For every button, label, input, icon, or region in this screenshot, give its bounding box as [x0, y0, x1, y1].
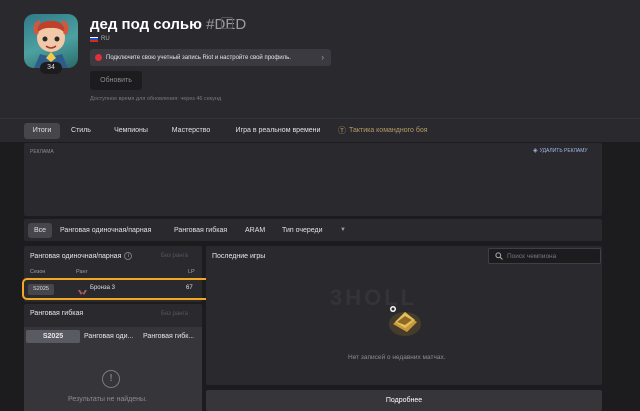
champion-search-input[interactable]: Поиск чемпиона — [488, 248, 601, 264]
flex-season-header[interactable]: S2025 — [26, 330, 80, 343]
info-icon[interactable]: i — [124, 252, 133, 260]
chevron-right-icon: › — [321, 53, 324, 62]
col-season: Сезон — [30, 269, 46, 275]
no-results-text: Результаты не найдены. — [68, 396, 148, 403]
riot-icon — [95, 54, 102, 61]
region: RU — [90, 36, 110, 42]
region-label: RU — [101, 36, 110, 42]
col-lp: LP — [188, 269, 195, 275]
queue-tab-all[interactable]: Все — [28, 223, 53, 238]
remove-ads-link[interactable]: ◈ УДАЛИТЬ РЕКЛАМУ — [533, 147, 588, 155]
flex-unranked: Без ранга — [161, 311, 188, 317]
queue-tab-aram[interactable]: ARAM — [245, 223, 265, 238]
queue-tab-flex[interactable]: Ранговая гибкая — [174, 223, 227, 238]
flex-flex-header[interactable]: Ранговая гибк... — [143, 330, 201, 343]
solo-rank-title: Ранговая одиночная/парная i — [30, 252, 133, 260]
solo-rank-title-text: Ранговая одиночная/парная — [30, 252, 122, 260]
recent-games-title: Последние игры — [212, 253, 266, 260]
chevron-down-icon[interactable]: ▼ — [340, 223, 346, 238]
tab-overview[interactable]: Итоги — [24, 123, 60, 139]
riot-connect-banner[interactable]: Подключите свою учетный запись Riot и на… — [90, 49, 331, 66]
remove-ads-label: УДАЛИТЬ РЕКЛАМУ — [539, 147, 588, 154]
tab-champions[interactable]: Чемпионы — [106, 123, 156, 139]
ru-flag-icon — [90, 36, 98, 42]
highlight-box — [22, 278, 212, 300]
profile-nav: Итоги Стиль Чемпионы Мастерство Игра в р… — [0, 118, 640, 142]
shield-icon: ◈ — [533, 148, 538, 154]
ad-label: РЕКЛАМА — [30, 149, 54, 155]
summoner-name-text: дед под солью — [90, 16, 202, 33]
search-placeholder: Поиск чемпиона — [507, 252, 557, 260]
tab-tft-label: Тактика командного боя — [349, 127, 428, 134]
ad-slot — [24, 143, 602, 216]
exclamation-icon: ! — [102, 370, 120, 388]
tab-tft[interactable]: Ⓣ Тактика командного боя — [338, 123, 448, 139]
update-hint: Доступное время для обновления: через 46… — [90, 96, 222, 102]
profile-avatar[interactable] — [24, 14, 78, 68]
search-icon — [495, 252, 503, 260]
tab-live-game[interactable]: Игра в реальном времени — [226, 123, 330, 139]
chest-icon — [385, 300, 425, 345]
no-recent-matches-text: Нет записей о недавних матчах. — [348, 354, 446, 361]
update-button[interactable]: Обновить — [90, 71, 142, 90]
more-button[interactable]: Подробнее — [206, 390, 602, 411]
queue-type-select[interactable]: Тип очереди — [282, 223, 323, 238]
riot-notice-text: Подключите свою учетный запись Riot и на… — [106, 54, 291, 61]
favorite-toggle[interactable] — [221, 17, 233, 29]
solo-unranked: Без ранга — [161, 253, 188, 259]
flex-solo-header[interactable]: Ранговая оди... — [84, 330, 140, 343]
tft-icon: Ⓣ — [338, 126, 346, 135]
tab-mastery[interactable]: Мастерство — [164, 123, 218, 139]
queue-tab-solo[interactable]: Ранговая одиночная/парная — [60, 223, 151, 238]
tab-style[interactable]: Стиль — [66, 123, 96, 139]
col-rank: Ранг — [76, 269, 88, 275]
flex-rank-title: Ранговая гибкая — [30, 310, 84, 317]
level-badge: 34 — [40, 62, 62, 74]
